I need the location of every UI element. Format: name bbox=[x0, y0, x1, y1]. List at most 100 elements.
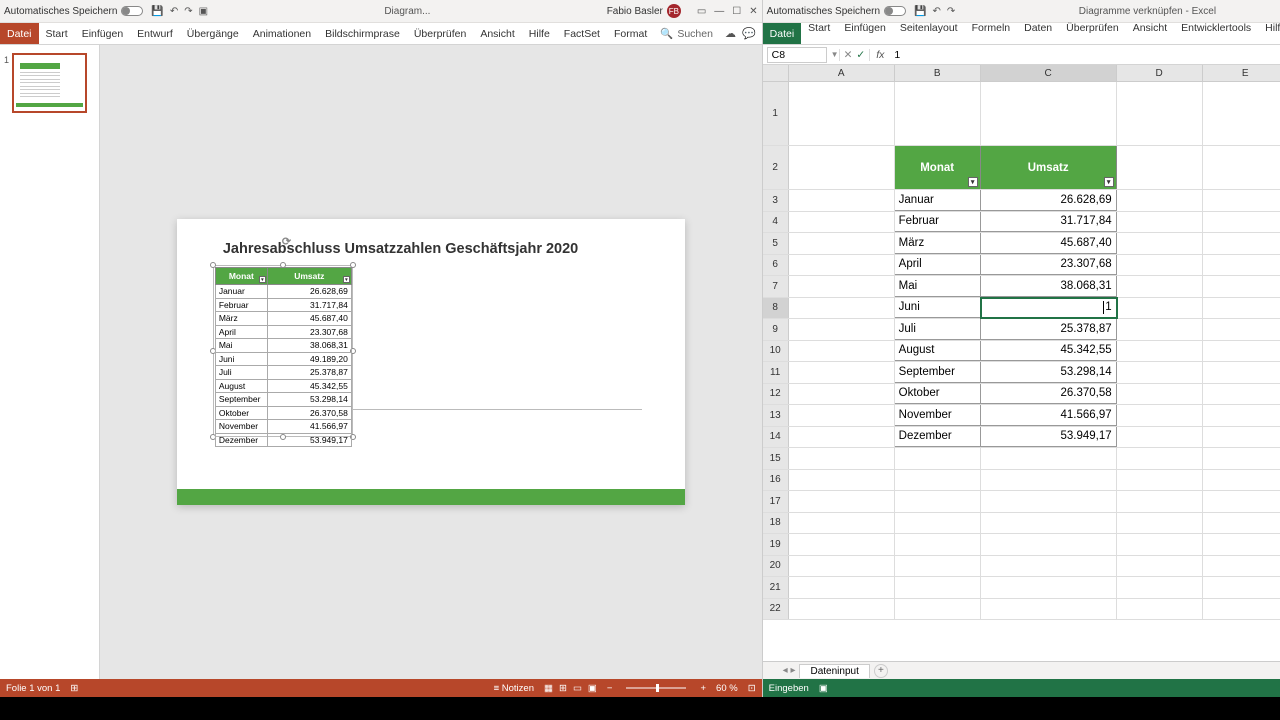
cell-E12[interactable] bbox=[1203, 384, 1280, 405]
sorter-view-icon[interactable]: ⊞ bbox=[559, 683, 567, 694]
cell-D17[interactable] bbox=[1117, 491, 1203, 512]
cell-E7[interactable] bbox=[1203, 276, 1280, 297]
row-header-19[interactable]: 19 bbox=[763, 534, 789, 555]
cell-E19[interactable] bbox=[1203, 534, 1280, 555]
row-header-10[interactable]: 10 bbox=[763, 341, 789, 362]
cell-A2[interactable] bbox=[789, 146, 895, 189]
cell-E5[interactable] bbox=[1203, 233, 1280, 254]
notes-button[interactable]: ≡ Notizen bbox=[494, 683, 534, 694]
zoom-slider[interactable] bbox=[626, 687, 686, 689]
slideshow-icon[interactable]: ▣ bbox=[199, 6, 208, 17]
tab-seitenlayout[interactable]: Seitenlayout bbox=[893, 22, 965, 34]
cell-C11[interactable]: 53.298,14 bbox=[981, 362, 1117, 383]
tab-ansicht[interactable]: Ansicht bbox=[1126, 22, 1174, 34]
cell-B17[interactable] bbox=[895, 491, 981, 512]
cell-C15[interactable] bbox=[981, 448, 1117, 469]
cell-A3[interactable] bbox=[789, 190, 895, 211]
cell-A18[interactable] bbox=[789, 513, 895, 534]
tab-formeln[interactable]: Formeln bbox=[965, 22, 1018, 34]
ribbon-options-icon[interactable]: ▭ bbox=[697, 6, 706, 17]
cell-B20[interactable] bbox=[895, 556, 981, 577]
row-header-5[interactable]: 5 bbox=[763, 233, 789, 254]
save-icon[interactable]: 💾 bbox=[914, 6, 926, 17]
cell-D1[interactable] bbox=[1117, 82, 1203, 145]
cell-D22[interactable] bbox=[1117, 599, 1203, 620]
row-header-3[interactable]: 3 bbox=[763, 190, 789, 211]
row-header-1[interactable]: 1 bbox=[763, 82, 789, 145]
col-header-B[interactable]: B bbox=[895, 65, 981, 81]
slide-thumbnail-1[interactable] bbox=[12, 53, 87, 113]
tab-factset[interactable]: FactSet bbox=[557, 28, 607, 40]
col-header-D[interactable]: D bbox=[1117, 65, 1203, 81]
enter-icon[interactable]: ✓ bbox=[856, 49, 865, 61]
tab-übergänge[interactable]: Übergänge bbox=[180, 28, 246, 40]
cell-E3[interactable] bbox=[1203, 190, 1280, 211]
slideshow-view-icon[interactable]: ▣ bbox=[588, 683, 597, 694]
slide-canvas[interactable]: ⟳ Jahresabschluss Umsatzzahlen Geschäfts… bbox=[100, 45, 762, 679]
row-header-12[interactable]: 12 bbox=[763, 384, 789, 405]
rotate-handle-icon[interactable]: ⟳ bbox=[282, 235, 291, 248]
cell-E18[interactable] bbox=[1203, 513, 1280, 534]
cell-A10[interactable] bbox=[789, 341, 895, 362]
tab-bildschirmprase[interactable]: Bildschirmprase bbox=[318, 28, 407, 40]
cell-E10[interactable] bbox=[1203, 341, 1280, 362]
filter-icon[interactable]: ▾ bbox=[343, 276, 350, 283]
cell-E2[interactable] bbox=[1203, 146, 1280, 189]
tab-überprüfen[interactable]: Überprüfen bbox=[1059, 22, 1126, 34]
cell-C14[interactable]: 53.949,17 bbox=[981, 427, 1117, 448]
formula-input[interactable]: 1 bbox=[890, 49, 1280, 61]
row-header-7[interactable]: 7 bbox=[763, 276, 789, 297]
cell-E4[interactable] bbox=[1203, 212, 1280, 233]
cell-D10[interactable] bbox=[1117, 341, 1203, 362]
reading-view-icon[interactable]: ▭ bbox=[573, 683, 582, 694]
cell-B12[interactable]: Oktober bbox=[895, 384, 981, 405]
cell-B15[interactable] bbox=[895, 448, 981, 469]
cell-A7[interactable] bbox=[789, 276, 895, 297]
macro-record-icon[interactable]: ▣ bbox=[819, 683, 828, 694]
cell-E1[interactable] bbox=[1203, 82, 1280, 145]
cell-C2[interactable]: Umsatz▾ bbox=[981, 146, 1117, 189]
cell-B5[interactable]: März bbox=[895, 233, 981, 254]
cell-B3[interactable]: Januar bbox=[895, 190, 981, 211]
cell-C6[interactable]: 23.307,68 bbox=[981, 255, 1117, 276]
row-header-17[interactable]: 17 bbox=[763, 491, 789, 512]
undo-icon[interactable]: ↶ bbox=[170, 6, 178, 17]
cell-E6[interactable] bbox=[1203, 255, 1280, 276]
cell-C19[interactable] bbox=[981, 534, 1117, 555]
cell-D5[interactable] bbox=[1117, 233, 1203, 254]
filter-icon[interactable]: ▾ bbox=[1104, 177, 1114, 187]
row-header-11[interactable]: 11 bbox=[763, 362, 789, 383]
row-header-14[interactable]: 14 bbox=[763, 427, 789, 448]
undo-icon[interactable]: ↶ bbox=[933, 6, 941, 17]
cell-C17[interactable] bbox=[981, 491, 1117, 512]
col-header-C[interactable]: C bbox=[981, 65, 1117, 81]
comments-icon[interactable]: 💬 bbox=[742, 27, 756, 40]
row-header-18[interactable]: 18 bbox=[763, 513, 789, 534]
cell-D18[interactable] bbox=[1117, 513, 1203, 534]
cell-A15[interactable] bbox=[789, 448, 895, 469]
cell-B10[interactable]: August bbox=[895, 341, 981, 362]
tab-entwicklertools[interactable]: Entwicklertools bbox=[1174, 22, 1258, 34]
cell-C21[interactable] bbox=[981, 577, 1117, 598]
cell-A21[interactable] bbox=[789, 577, 895, 598]
filter-icon[interactable]: ▾ bbox=[259, 276, 266, 283]
zoom-out-icon[interactable]: − bbox=[607, 683, 613, 694]
tab-daten[interactable]: Daten bbox=[1017, 22, 1059, 34]
cell-E16[interactable] bbox=[1203, 470, 1280, 491]
tab-file[interactable]: Datei bbox=[763, 23, 802, 44]
share-icon[interactable]: ☁ bbox=[725, 27, 736, 40]
row-header-8[interactable]: 8 bbox=[763, 298, 789, 319]
cell-B16[interactable] bbox=[895, 470, 981, 491]
zoom-level[interactable]: 60 % bbox=[716, 683, 738, 694]
cell-A19[interactable] bbox=[789, 534, 895, 555]
row-header-20[interactable]: 20 bbox=[763, 556, 789, 577]
cell-B13[interactable]: November bbox=[895, 405, 981, 426]
cell-E21[interactable] bbox=[1203, 577, 1280, 598]
cell-A5[interactable] bbox=[789, 233, 895, 254]
namebox-dropdown-icon[interactable]: ▼ bbox=[831, 50, 839, 59]
tab-hilfe[interactable]: Hilfe bbox=[1258, 22, 1280, 34]
cell-C12[interactable]: 26.370,58 bbox=[981, 384, 1117, 405]
cell-B22[interactable] bbox=[895, 599, 981, 620]
cell-E13[interactable] bbox=[1203, 405, 1280, 426]
cell-D9[interactable] bbox=[1117, 319, 1203, 340]
